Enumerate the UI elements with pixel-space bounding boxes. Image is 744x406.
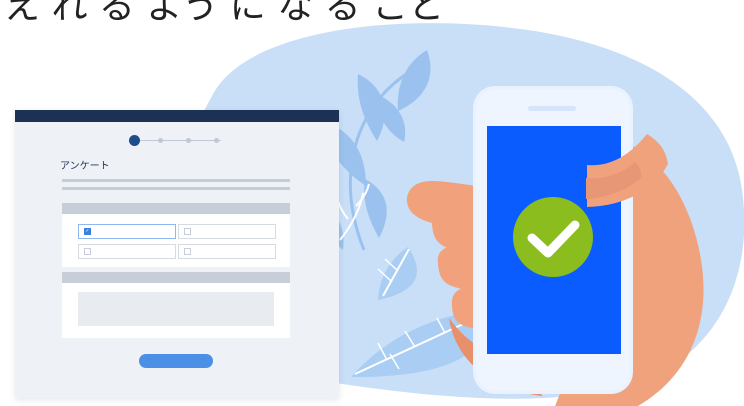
comment-header-bar — [62, 272, 290, 283]
comment-panel — [62, 283, 290, 338]
checkbox-empty-icon — [184, 228, 191, 235]
progress-step-2 — [158, 138, 163, 143]
screenshot-stage: え れ る よう に な る こと アンケート ✓ — [0, 0, 744, 406]
progress-stepper — [129, 135, 225, 147]
survey-title: アンケート — [60, 161, 110, 172]
submit-button[interactable] — [139, 354, 213, 368]
question-header-bar — [62, 203, 290, 214]
option-1-checkbox[interactable]: ✓ — [78, 224, 176, 239]
survey-form-window: アンケート ✓ — [15, 110, 339, 398]
description-line-2 — [62, 187, 290, 190]
option-4-checkbox[interactable] — [178, 244, 276, 259]
smartphone — [473, 86, 633, 394]
description-line-1 — [62, 179, 290, 182]
progress-step-1 — [129, 135, 140, 146]
option-2-checkbox[interactable] — [178, 224, 276, 239]
progress-track — [137, 140, 221, 141]
checkbox-empty-icon — [184, 248, 191, 255]
form-title-bar — [15, 110, 339, 122]
question-options-panel: ✓ — [62, 214, 290, 267]
checkbox-empty-icon — [84, 248, 91, 255]
check-circle-icon — [513, 197, 593, 277]
option-3-checkbox[interactable] — [78, 244, 176, 259]
progress-step-3 — [186, 138, 191, 143]
comment-textarea[interactable] — [78, 292, 274, 326]
checkbox-checked-icon: ✓ — [84, 228, 91, 235]
progress-step-4 — [214, 138, 219, 143]
